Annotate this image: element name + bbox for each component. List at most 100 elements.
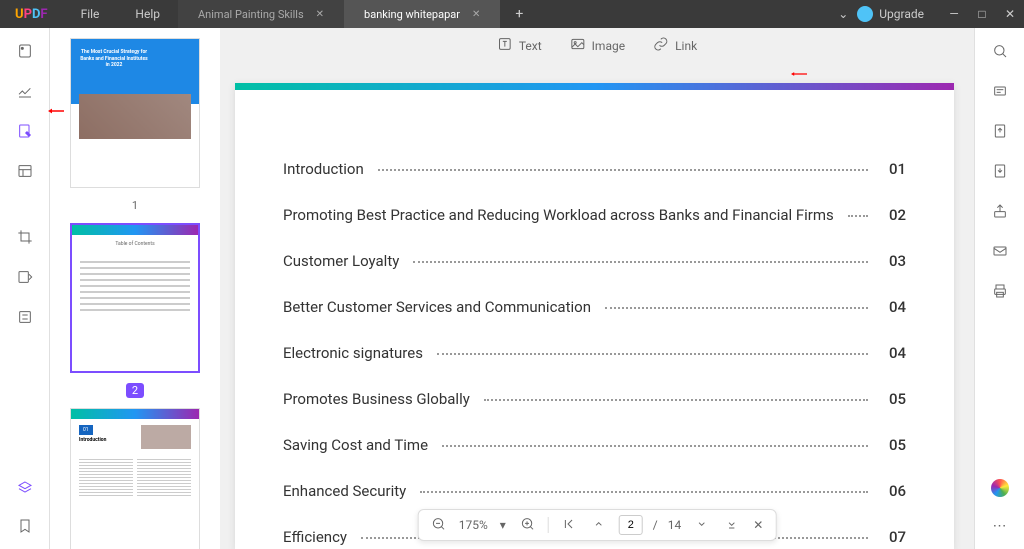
tab-inactive[interactable]: Animal Painting Skills ✕ (178, 0, 344, 28)
prev-page-button[interactable] (589, 516, 609, 535)
maximize-button[interactable]: □ (968, 7, 996, 21)
toc-dots (442, 445, 868, 447)
menu-file[interactable]: File (63, 7, 118, 21)
edit-text-button[interactable]: Text (497, 36, 542, 56)
ocr-button[interactable] (989, 80, 1011, 102)
toc-title: Customer Loyalty (283, 252, 399, 270)
toc-page-num: 03 (882, 252, 906, 270)
toc-page-num: 02 (882, 206, 906, 224)
page-total: 14 (668, 518, 682, 532)
label: Image (592, 39, 625, 53)
theme-button[interactable] (989, 477, 1011, 499)
toc-page-num: 04 (882, 298, 906, 316)
toc-title: Efficiency (283, 528, 347, 546)
layers-tool[interactable] (14, 477, 36, 499)
zoom-level: 175% (459, 518, 488, 532)
toc-page-num: 05 (882, 390, 906, 408)
toc-dots (378, 169, 868, 171)
bookmark-tool[interactable] (14, 515, 36, 537)
print-button[interactable] (989, 280, 1011, 302)
text-icon (497, 36, 513, 56)
left-toolbar (0, 28, 50, 549)
table-of-contents: Introduction 01 Promoting Best Practice an… (235, 90, 954, 546)
toc-row: Saving Cost and Time 05 (283, 436, 906, 454)
organize-tool[interactable] (14, 160, 36, 182)
menu-help[interactable]: Help (117, 7, 178, 21)
toc-row: Promoting Best Practice and Reducing Wor… (283, 206, 906, 224)
tab-label: Animal Painting Skills (198, 8, 304, 21)
close-icon[interactable]: ✕ (472, 9, 480, 20)
toc-title: Promotes Business Globally (283, 390, 470, 408)
toc-page-num: 07 (882, 528, 906, 546)
toc-row: Enhanced Security06 (283, 482, 906, 500)
page-sep: / (653, 518, 658, 532)
toc-page-num: 01 (882, 160, 906, 178)
thumb-page-2[interactable]: Table of Contents 2 (70, 223, 200, 398)
thumb-number: 2 (126, 383, 144, 398)
toc-title: Saving Cost and Time (283, 436, 428, 454)
toc-dots (437, 353, 868, 355)
share-button[interactable] (989, 200, 1011, 222)
thumbnail-panel: The Most Crucial Strategy for Banks and … (50, 28, 220, 549)
page-input[interactable] (619, 515, 643, 535)
annotate-tool[interactable] (14, 80, 36, 102)
toc-title: Better Customer Services and Communicati… (283, 298, 591, 316)
edit-image-button[interactable]: Image (570, 36, 625, 56)
edit-tool[interactable] (14, 120, 36, 142)
edit-link-button[interactable]: Link (653, 36, 697, 56)
toc-row: Promotes Business Globally 05 (283, 390, 906, 408)
minimize-button[interactable]: — (940, 7, 968, 21)
toc-dots (420, 491, 868, 493)
toc-row: Electronic signatures 04 (283, 344, 906, 362)
redact-tool[interactable] (14, 266, 36, 288)
zoom-out-button[interactable] (429, 516, 449, 535)
convert-button[interactable] (989, 160, 1011, 182)
reader-tool[interactable] (14, 40, 36, 62)
upgrade-label: Upgrade (879, 7, 924, 21)
toc-page-num: 05 (882, 436, 906, 454)
link-icon (653, 36, 669, 56)
toc-dots (848, 215, 868, 217)
toc-row: Customer Loyalty 03 (283, 252, 906, 270)
chevron-down-icon[interactable]: ⌄ (829, 7, 857, 21)
section-title: Introduction (79, 437, 106, 443)
tab-label: banking whitepapar (364, 8, 460, 21)
toc-heading: Table of Contents (72, 235, 198, 253)
titlebar: UPDF File Help Animal Painting Skills ✕ … (0, 0, 1024, 28)
toc-title: Introduction (283, 160, 364, 178)
close-bar-button[interactable]: ✕ (751, 518, 765, 532)
next-page-button[interactable] (691, 516, 711, 535)
crop-tool[interactable] (14, 226, 36, 248)
toc-title: Enhanced Security (283, 482, 406, 500)
add-tab-button[interactable]: + (500, 6, 538, 22)
main: The Most Crucial Strategy for Banks and … (0, 28, 1024, 549)
more-button[interactable]: ⋯ (989, 515, 1011, 537)
zoom-dropdown[interactable]: ▾ (498, 518, 508, 532)
export-button[interactable] (989, 120, 1011, 142)
toc-title: Electronic signatures (283, 344, 423, 362)
first-page-button[interactable] (559, 516, 579, 535)
toc-title: Promoting Best Practice and Reducing Wor… (283, 206, 834, 224)
form-tool[interactable] (14, 306, 36, 328)
toc-row: Introduction 01 (283, 160, 906, 178)
toc-dots (605, 307, 868, 309)
search-button[interactable] (989, 40, 1011, 62)
toc-dots (413, 261, 868, 263)
tab-active[interactable]: banking whitepapar ✕ (344, 0, 500, 28)
close-icon[interactable]: ✕ (316, 9, 324, 20)
app-logo: UPDF (0, 7, 63, 22)
image-icon (570, 36, 586, 56)
label: Text (519, 39, 542, 53)
last-page-button[interactable] (721, 516, 741, 535)
email-button[interactable] (989, 240, 1011, 262)
toc-page-num: 04 (882, 344, 906, 362)
toc-row: Better Customer Services and Communicati… (283, 298, 906, 316)
thumb-page-3[interactable]: 01 Introduction 3 (70, 408, 200, 549)
thumb-page-1[interactable]: The Most Crucial Strategy for Banks and … (70, 38, 200, 213)
view-controls-bar: 175% ▾ / 14 ✕ (418, 509, 777, 541)
close-button[interactable]: ✕ (996, 7, 1024, 21)
thumb-number: 1 (132, 199, 138, 212)
upgrade-button[interactable]: Upgrade (857, 6, 924, 22)
zoom-in-button[interactable] (518, 516, 538, 535)
avatar (857, 6, 873, 22)
